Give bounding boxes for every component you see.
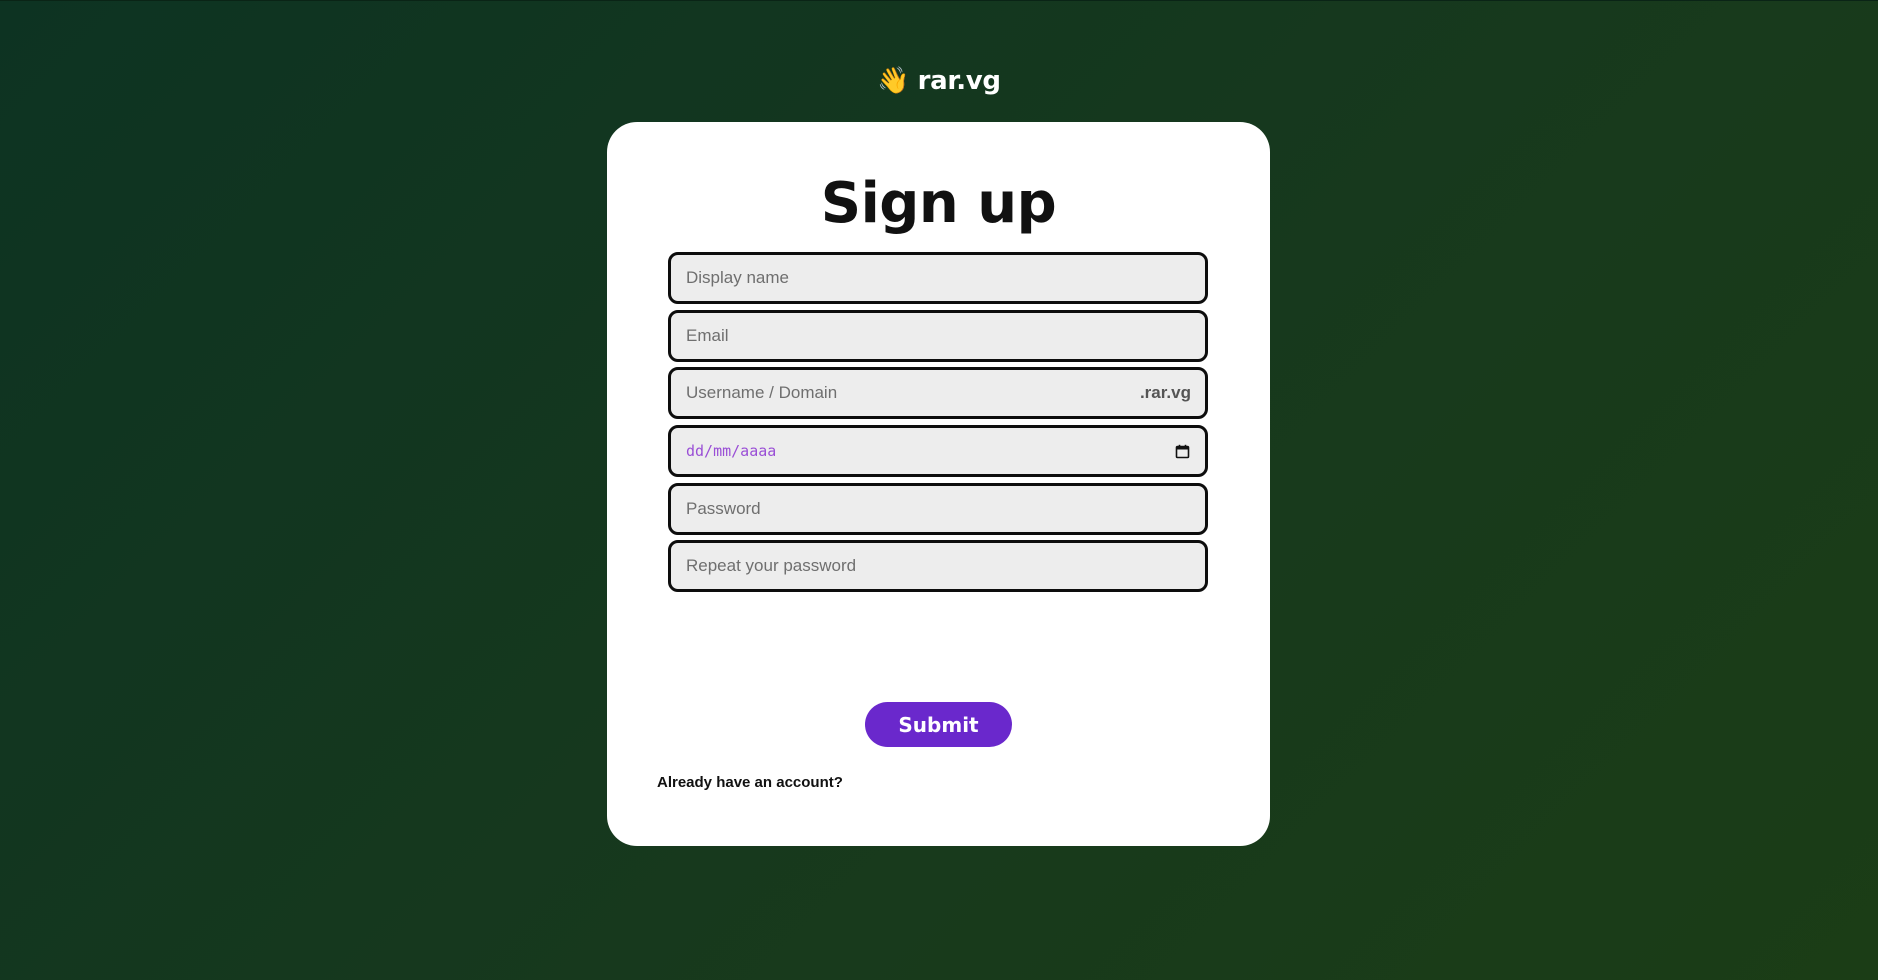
login-link[interactable]: Already have an account?: [657, 774, 843, 791]
email-field[interactable]: [668, 310, 1208, 362]
submit-button[interactable]: Submit: [865, 702, 1012, 747]
display-name-field[interactable]: [668, 252, 1208, 304]
calendar-icon[interactable]: [1173, 442, 1191, 460]
display-name-input[interactable]: [686, 255, 1191, 301]
page-title: Sign up: [820, 171, 1057, 236]
waving-hand-icon: 👋: [877, 66, 910, 96]
birthdate-field[interactable]: dd/mm/aaaa: [668, 425, 1208, 477]
username-field[interactable]: .rar.vg: [668, 367, 1208, 419]
birthdate-placeholder: dd/mm/aaaa: [686, 442, 777, 460]
password-input[interactable]: [686, 486, 1191, 532]
brand-name: rar.vg: [917, 66, 1001, 96]
password-field[interactable]: [668, 483, 1208, 535]
email-input[interactable]: [686, 313, 1191, 359]
username-input[interactable]: [686, 370, 1140, 416]
signup-card: Sign up .rar.vg dd/mm/aaaa Submit Alread…: [607, 122, 1270, 846]
brand-header: 👋 rar.vg: [0, 63, 1878, 99]
domain-suffix: .rar.vg: [1139, 383, 1191, 402]
repeat-password-field[interactable]: [668, 540, 1208, 592]
repeat-password-input[interactable]: [686, 543, 1191, 589]
